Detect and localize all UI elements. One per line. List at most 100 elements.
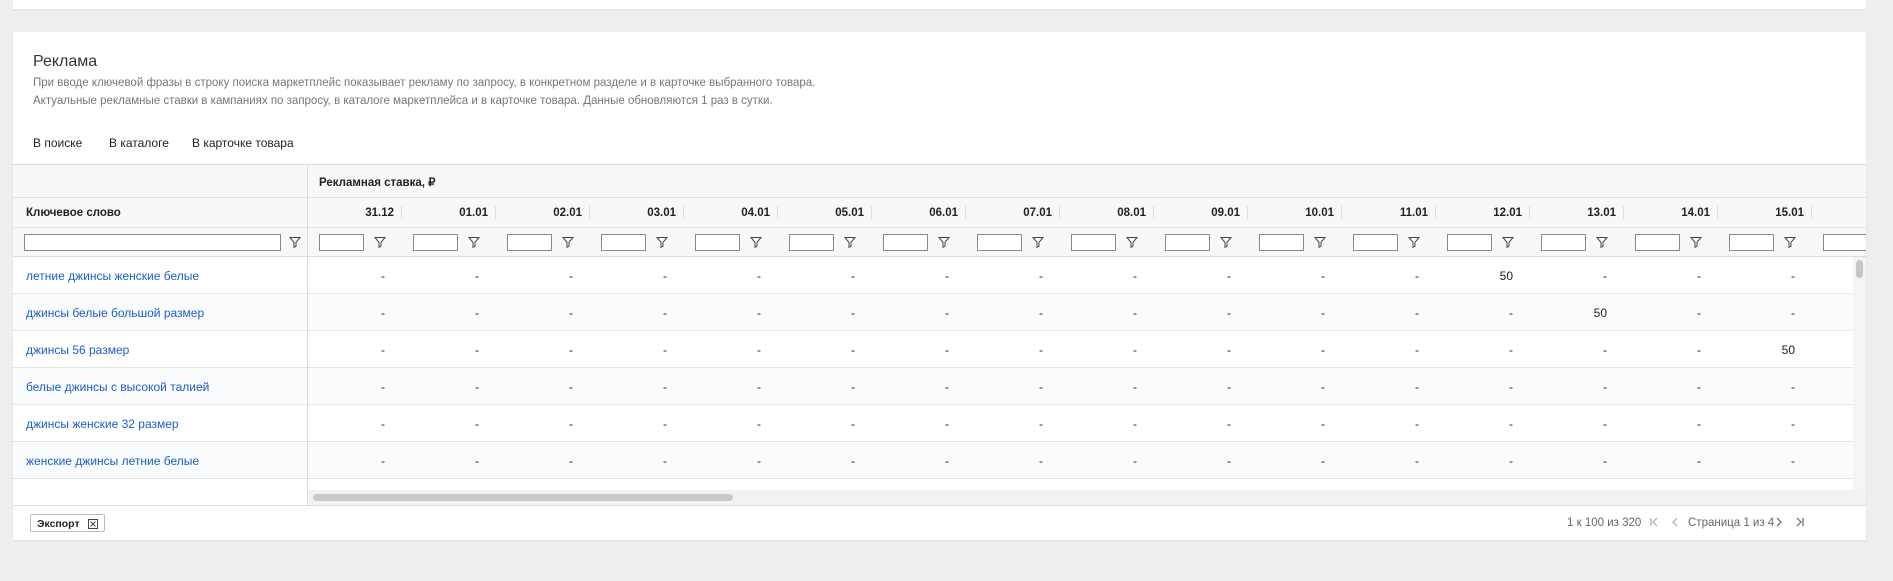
date-header-cell[interactable]: 05.01 — [778, 198, 872, 227]
bid-value: - — [1039, 269, 1043, 283]
bid-cell: - — [1154, 294, 1248, 331]
date-filter-input[interactable] — [1353, 234, 1398, 251]
date-header-cell[interactable]: 07.01 — [966, 198, 1060, 227]
bid-value: - — [1133, 306, 1137, 320]
filter-icon[interactable] — [656, 236, 668, 248]
bid-value: - — [475, 417, 479, 431]
keyword-header[interactable]: Ключевое слово — [26, 207, 121, 219]
bid-cell: - — [1060, 405, 1154, 442]
bid-cell: - — [966, 257, 1060, 294]
keyword-link[interactable]: джинсы 56 размер — [26, 343, 129, 357]
horizontal-scrollbar[interactable] — [308, 490, 1866, 505]
first-page-icon[interactable] — [1648, 515, 1660, 529]
tab-catalog[interactable]: В каталоге — [109, 136, 169, 150]
filter-icon[interactable] — [844, 236, 856, 248]
date-filter-input[interactable] — [507, 234, 552, 251]
bid-cell: - — [778, 405, 872, 442]
bid-value: - — [1133, 380, 1137, 394]
date-filter-input[interactable] — [413, 234, 458, 251]
filter-icon[interactable] — [1690, 236, 1702, 248]
date-header-cell[interactable]: 14.01 — [1624, 198, 1718, 227]
tab-search[interactable]: В поиске — [33, 136, 82, 150]
date-filter-input[interactable] — [1071, 234, 1116, 251]
bid-value: - — [1791, 269, 1795, 283]
bid-cell: - — [1342, 257, 1436, 294]
bid-value: - — [1227, 306, 1231, 320]
last-page-icon[interactable] — [1794, 515, 1806, 529]
bid-cell: - — [684, 294, 778, 331]
tab-product-card[interactable]: В карточке товара — [192, 136, 294, 150]
filter-icon[interactable] — [1502, 236, 1514, 248]
filter-icon[interactable] — [750, 236, 762, 248]
date-header-cell[interactable]: 13.01 — [1530, 198, 1624, 227]
filter-icon[interactable] — [289, 236, 301, 248]
filter-icon[interactable] — [1784, 236, 1796, 248]
filter-icon[interactable] — [468, 236, 480, 248]
date-filter-input[interactable] — [1823, 234, 1866, 251]
date-filter-input[interactable] — [1541, 234, 1586, 251]
date-header-cell[interactable]: 04.01 — [684, 198, 778, 227]
horizontal-scroll-thumb[interactable] — [313, 494, 733, 501]
bid-value: - — [1603, 454, 1607, 468]
keyword-filter-input[interactable] — [24, 234, 281, 251]
bid-cell: - — [1248, 368, 1342, 405]
date-filter-input[interactable] — [319, 234, 364, 251]
date-header-cell[interactable]: 10.01 — [1248, 198, 1342, 227]
bid-value: - — [1415, 380, 1419, 394]
prev-page-icon[interactable] — [1669, 515, 1681, 529]
date-header-cell[interactable]: 1 — [1812, 198, 1866, 227]
date-header-cell[interactable]: 31.12 — [308, 198, 402, 227]
keyword-link[interactable]: летние джинсы женские белые — [26, 269, 199, 283]
date-filter-input[interactable] — [1259, 234, 1304, 251]
keyword-link[interactable]: джинсы белые большой размер — [26, 306, 204, 320]
date-filter-input[interactable] — [1165, 234, 1210, 251]
date-filter-input[interactable] — [601, 234, 646, 251]
date-header-cell[interactable]: 09.01 — [1154, 198, 1248, 227]
next-page-icon[interactable] — [1773, 515, 1785, 529]
bid-cell: - — [590, 257, 684, 294]
keyword-link[interactable]: женские джинсы летние белые — [26, 454, 199, 468]
vertical-scroll-thumb[interactable] — [1856, 260, 1863, 278]
date-filter-input[interactable] — [977, 234, 1022, 251]
date-filter-cell — [778, 228, 872, 256]
date-filter-cell — [1530, 228, 1624, 256]
bid-value: - — [663, 417, 667, 431]
keyword-link[interactable]: джинсы женские 32 размер — [26, 417, 179, 431]
bid-cell: 50 — [1530, 294, 1624, 331]
date-header-cell[interactable]: 11.01 — [1342, 198, 1436, 227]
date-header-cell[interactable]: 15.01 — [1718, 198, 1812, 227]
bid-value: - — [1791, 454, 1795, 468]
date-filter-input[interactable] — [883, 234, 928, 251]
filter-icon[interactable] — [1408, 236, 1420, 248]
date-header-cell[interactable]: 01.01 — [402, 198, 496, 227]
bid-value: - — [1133, 269, 1137, 283]
date-header-cell[interactable]: 08.01 — [1060, 198, 1154, 227]
bid-value: - — [851, 306, 855, 320]
keyword-link[interactable]: белые джинсы с высокой талией — [26, 380, 209, 394]
filter-icon[interactable] — [562, 236, 574, 248]
export-button[interactable]: Экспорт — [30, 514, 105, 532]
bid-cell: - — [1060, 368, 1154, 405]
date-filter-input[interactable] — [789, 234, 834, 251]
filter-icon[interactable] — [374, 236, 386, 248]
filter-icon[interactable] — [1314, 236, 1326, 248]
date-filter-input[interactable] — [1447, 234, 1492, 251]
date-header-cell[interactable]: 02.01 — [496, 198, 590, 227]
bid-value: - — [569, 417, 573, 431]
date-filter-input[interactable] — [1635, 234, 1680, 251]
bid-value: - — [1321, 306, 1325, 320]
bid-cell: - — [1060, 294, 1154, 331]
date-header-cell[interactable]: 03.01 — [590, 198, 684, 227]
date-header-cell[interactable]: 12.01 — [1436, 198, 1530, 227]
filter-icon[interactable] — [1596, 236, 1608, 248]
filter-icon[interactable] — [1032, 236, 1044, 248]
vertical-scrollbar[interactable] — [1853, 257, 1866, 490]
filter-icon[interactable] — [938, 236, 950, 248]
filter-icon[interactable] — [1220, 236, 1232, 248]
date-filter-input[interactable] — [1729, 234, 1774, 251]
filter-icon[interactable] — [1126, 236, 1138, 248]
date-header-cell[interactable]: 06.01 — [872, 198, 966, 227]
bid-value: - — [1039, 306, 1043, 320]
date-filter-input[interactable] — [695, 234, 740, 251]
bid-cell: - — [1436, 294, 1530, 331]
